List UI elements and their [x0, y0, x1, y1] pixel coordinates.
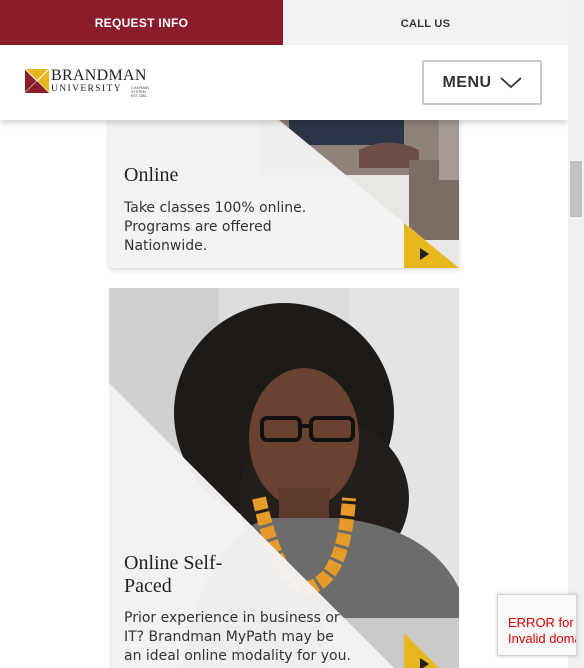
logo-tagline: CHAPMAN SYSTEM EST 1861 [131, 86, 149, 98]
card-text-line: an ideal online modality for you. [124, 648, 351, 664]
call-us-button[interactable]: CALL US [283, 0, 568, 45]
chevron-down-icon [499, 76, 522, 88]
card-text-line: Nationwide. [124, 238, 208, 254]
recaptcha-error-line: ERROR for site owner: [508, 615, 576, 630]
card-text-line: Prior experience in business or [124, 610, 340, 626]
menu-label: MENU [442, 73, 492, 91]
page-scrollbar[interactable] [568, 0, 584, 668]
top-action-bar: REQUEST INFO CALL US [0, 0, 568, 45]
card-title-line: Online Self- [124, 552, 223, 574]
brandman-logo[interactable]: BRANDMAN UNIVERSITY CHAPMAN SYSTEM EST 1… [25, 67, 155, 98]
request-info-button[interactable]: REQUEST INFO [0, 0, 283, 45]
program-card-self-paced[interactable]: Online Self- Paced Prior experience in b… [109, 288, 459, 668]
logo-subtitle: UNIVERSITY [51, 84, 122, 94]
recaptcha-error-badge[interactable]: ERROR for site owner: Invalid domain for… [497, 594, 577, 656]
recaptcha-error-line: Invalid domain for site key [508, 631, 576, 646]
card-text-line: IT? Brandman MyPath may be [124, 629, 334, 645]
card-text-line: Programs are offered [124, 219, 272, 235]
logo-mark-icon [25, 69, 49, 93]
site-header: BRANDMAN UNIVERSITY CHAPMAN SYSTEM EST 1… [0, 45, 568, 120]
scrollbar-thumb[interactable] [570, 161, 582, 217]
menu-button[interactable]: MENU [422, 60, 542, 105]
logo-wordmark: BRANDMAN [51, 67, 147, 84]
card-title-line: Paced [124, 575, 172, 597]
card-text-line: Take classes 100% online. [124, 200, 307, 216]
card-title: Online [124, 164, 179, 186]
